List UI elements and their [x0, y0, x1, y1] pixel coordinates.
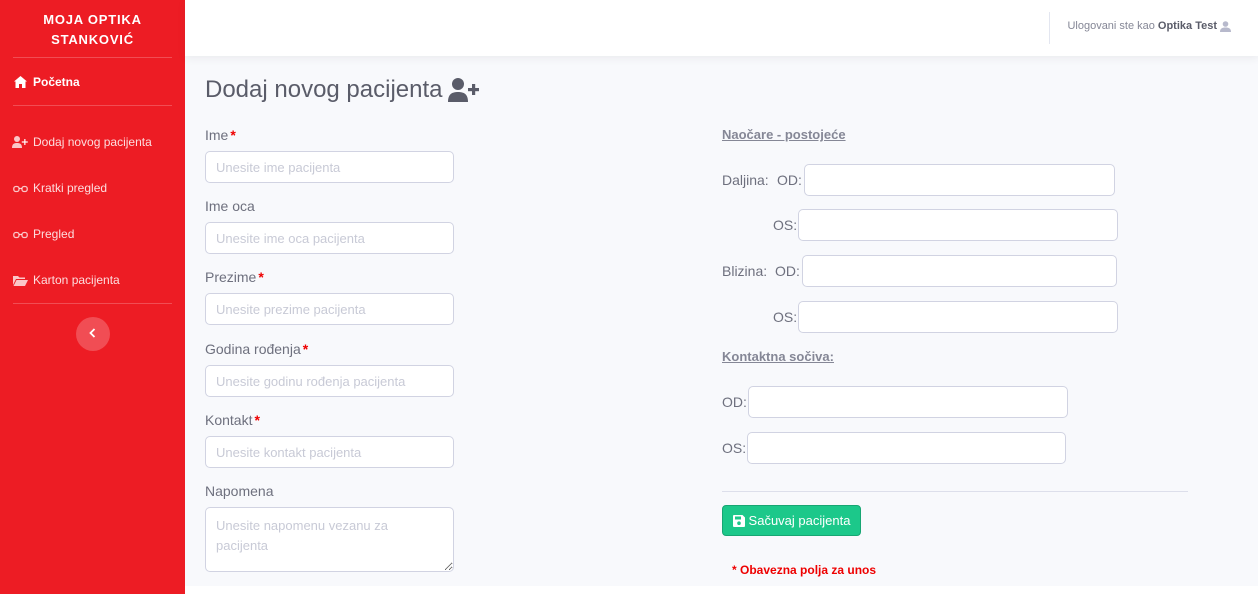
brand-line-2: STANKOVIĆ [51, 31, 134, 47]
daljina-os-label: OS: [773, 217, 798, 233]
blizina-od-label: OD: [775, 263, 800, 279]
page-footer-strip [185, 586, 1258, 594]
prezime-input[interactable] [205, 293, 454, 325]
sidebar-item-label: Kratki pregled [33, 181, 108, 195]
page-title-text: Dodaj novog pacijenta [205, 76, 443, 103]
page-title: Dodaj novog pacijenta [205, 76, 479, 104]
blizina-os-label: OS: [773, 309, 798, 325]
glasses-icon [12, 181, 28, 195]
ime-oca-label: Ime oca [205, 198, 255, 214]
blizina-os-input[interactable] [798, 301, 1118, 333]
napomena-textarea[interactable] [205, 507, 454, 572]
godina-label: Godina rođenja * [205, 341, 309, 357]
required-note: * Obavezna polja za unos [732, 563, 877, 577]
sidebar-item-label: Dodaj novog pacijenta [33, 135, 152, 149]
save-patient-label: Sačuvaj pacijenta [748, 513, 851, 528]
kontakt-label: Kontakt * [205, 412, 260, 428]
user-name: Optika Test [1157, 20, 1217, 32]
home-icon [12, 75, 28, 89]
sidebar-item-home[interactable]: Početna [0, 58, 185, 105]
blizina-label: Blizina: [722, 263, 768, 279]
topbar-divider [1049, 12, 1050, 44]
sidebar-item-review[interactable]: Pregled [0, 211, 185, 257]
user-plus-icon [12, 135, 28, 149]
brand-logo[interactable]: MOJA OPTIKA STANKOVIĆ [0, 0, 185, 57]
daljina-label: Daljina: [722, 172, 769, 188]
lenses-od-input[interactable] [748, 386, 1068, 418]
prezime-label: Prezime * [205, 269, 264, 285]
blizina-od-input[interactable] [802, 255, 1117, 287]
sidebar-item-patient-record[interactable]: Karton pacijenta [0, 257, 185, 303]
lenses-os-input[interactable] [747, 432, 1066, 464]
lenses-os-label: OS: [722, 440, 747, 456]
kontakt-input[interactable] [205, 436, 454, 468]
glasses-icon [12, 227, 28, 241]
daljina-od-input[interactable] [804, 164, 1115, 196]
topbar: Ulogovani ste kao Optika Test [185, 0, 1258, 56]
daljina-od-label: OD: [777, 172, 802, 188]
sidebar-item-short-review[interactable]: Kratki pregled [0, 165, 185, 211]
folder-open-icon [12, 273, 28, 287]
sidebar-item-add-patient[interactable]: Dodaj novog pacijenta [0, 119, 185, 165]
ime-input[interactable] [205, 151, 454, 183]
user-menu[interactable]: Ulogovani ste kao Optika Test [1067, 20, 1231, 32]
lenses-od-label: OD: [722, 394, 747, 410]
user-icon [1220, 20, 1231, 32]
sidebar-toggle-button[interactable] [75, 317, 110, 351]
godina-input[interactable] [205, 365, 454, 397]
save-patient-button[interactable]: Sačuvaj pacijenta [722, 505, 861, 536]
ime-label: Ime * [205, 127, 236, 143]
daljina-os-input[interactable] [798, 209, 1118, 241]
lenses-heading: Kontaktna sočiva: [722, 349, 834, 364]
chevron-left-icon [89, 325, 96, 343]
ime-oca-input[interactable] [205, 222, 454, 254]
sidebar: MOJA OPTIKA STANKOVIĆ Početna Dodaj novo… [0, 0, 185, 594]
sidebar-item-label: Početna [33, 74, 80, 89]
brand-line-1: MOJA OPTIKA [43, 11, 142, 27]
sidebar-item-label: Karton pacijenta [33, 273, 120, 287]
user-plus-icon [447, 78, 479, 102]
logged-in-prefix: Ulogovani ste kao [1067, 20, 1155, 32]
save-icon [732, 514, 745, 527]
napomena-label: Napomena [205, 483, 274, 499]
glasses-heading: Naočare - postojeće [722, 127, 846, 142]
form-divider [722, 491, 1188, 492]
sidebar-item-label: Pregled [33, 227, 75, 241]
